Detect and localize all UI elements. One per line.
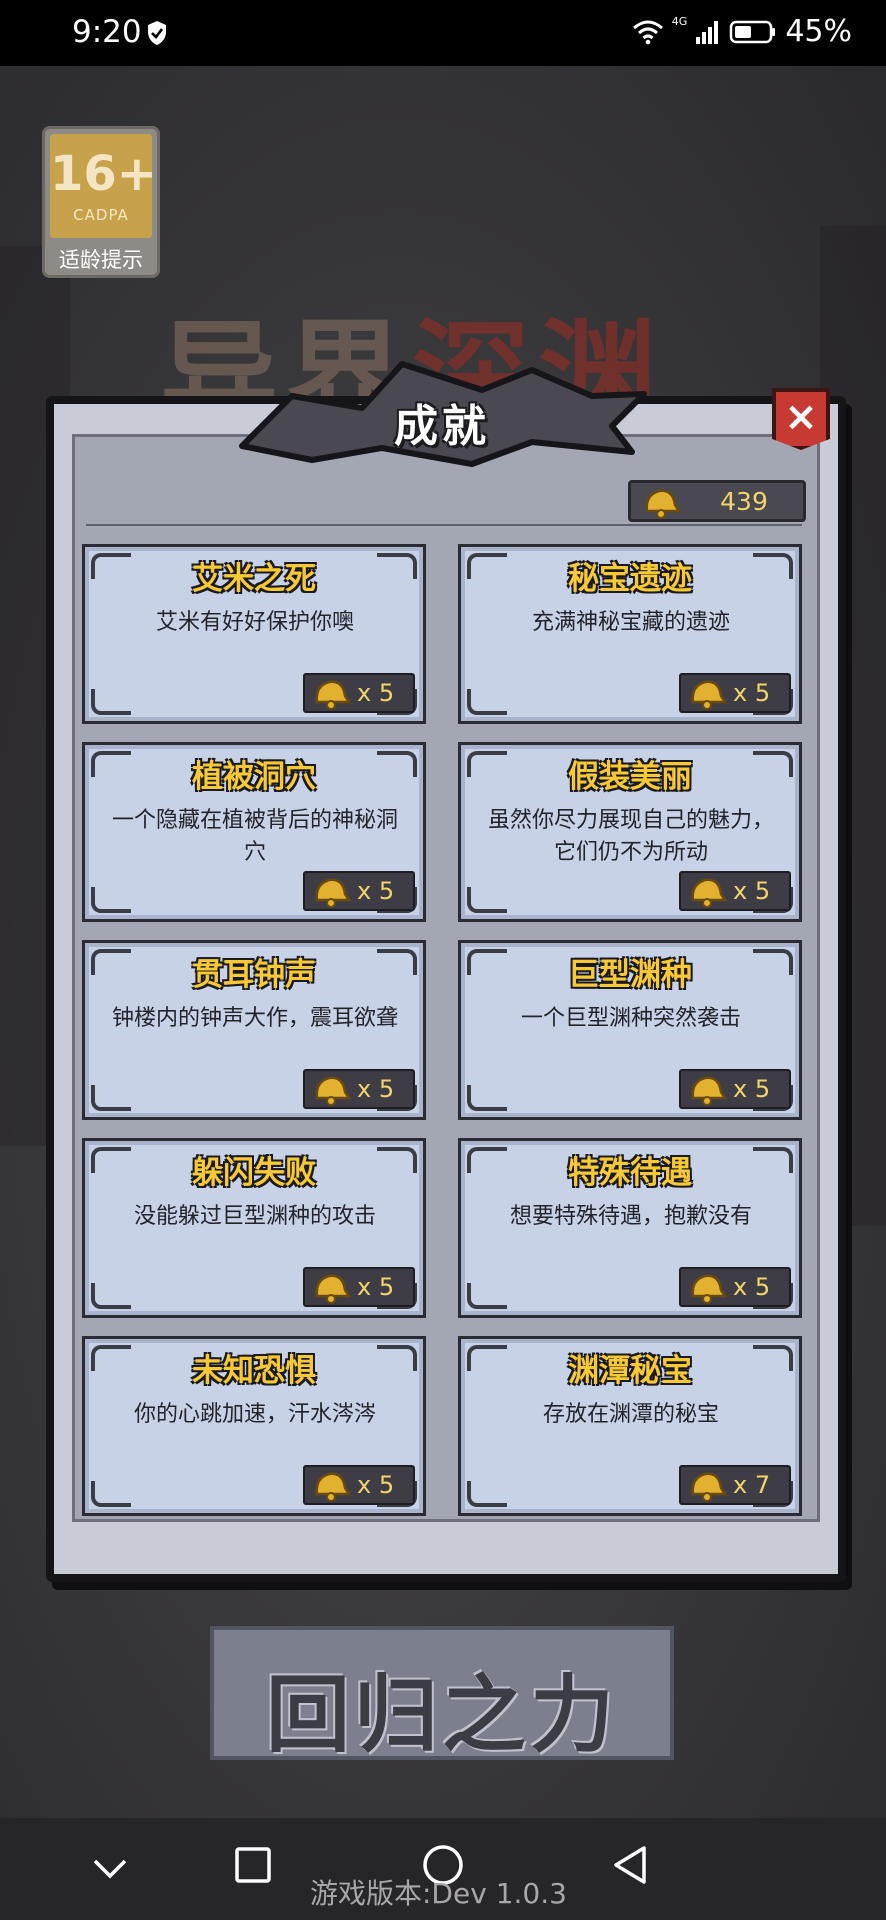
dialog-title: 成就 [394,401,490,452]
achievement-desc: 一个隐藏在植被背后的神秘洞穴 [111,808,398,865]
reward-count: x 5 [357,877,395,905]
bell-icon [691,1274,728,1304]
achievement-desc: 艾米有好好保护你噢 [155,610,354,635]
age-rating: 16+ [50,146,158,202]
bell-icon [691,1472,728,1502]
achievement-title: 躲闪失败 [192,1155,316,1191]
score-value: 439 [720,487,768,516]
bell-icon [691,878,728,908]
achievement-title: 渊潭秘宝 [568,1353,692,1389]
reward-badge: x 5 [679,673,791,713]
bell-icon [315,680,352,710]
achievement-title: 特殊待遇 [568,1155,692,1191]
achievement-desc: 钟楼内的钟声大作，震耳欲聋 [111,1006,398,1031]
score-display: 439 [628,480,806,522]
bell-icon [691,680,728,710]
reward-badge: x 5 [679,1267,791,1307]
reward-badge: x 5 [303,673,415,713]
reward-badge: x 5 [303,871,415,911]
signal-icon [696,20,719,44]
age-org: CADPA [73,206,129,224]
close-icon: × [784,394,818,440]
battery-percent: 45% [785,14,852,49]
network-type: 4G [671,15,688,28]
achievement-desc: 你的心跳加速，汗水涔涔 [133,1402,376,1427]
dialog-divider [86,524,802,526]
bell-icon [645,489,682,519]
reward-badge: x 5 [303,1465,415,1505]
reward-badge: x 5 [679,871,791,911]
achievement-desc: 充满神秘宝藏的遗迹 [531,610,730,635]
achievement-card[interactable]: 艾米之死 艾米有好好保护你噢 x 5 [82,544,426,724]
reward-badge: x 5 [679,1069,791,1109]
reward-count: x 5 [357,1273,395,1301]
achievement-title: 秘宝遗迹 [568,561,692,597]
age-tip: 适龄提示 [59,248,143,272]
age-rating-badge: 16+ CADPA 适龄提示 [42,126,160,278]
bell-icon [315,1472,352,1502]
reward-badge: x 7 [679,1465,791,1505]
achievement-desc: 虽然你尽力展现自己的魅力，它们仍不为所动 [487,808,774,865]
achievement-card[interactable]: 植被洞穴 一个隐藏在植被背后的神秘洞穴 x 5 [82,742,426,922]
wifi-icon [632,20,663,44]
achievement-title: 假装美丽 [568,759,692,795]
shield-check-icon [148,21,166,45]
achievement-desc: 存放在渊潭的秘宝 [542,1402,719,1427]
reward-count: x 5 [733,679,771,707]
reward-count: x 5 [733,1075,771,1103]
return-power-label: 回归之力 [265,1665,618,1764]
reward-badge: x 5 [303,1069,415,1109]
game-version: 游戏版本:Dev 1.0.3 [310,1877,567,1910]
reward-count: x 7 [733,1471,771,1499]
achievement-card[interactable]: 躲闪失败 没能躲过巨型渊种的攻击 x 5 [82,1138,426,1318]
battery-icon [730,20,776,43]
reward-count: x 5 [357,1075,395,1103]
chevron-down-icon[interactable] [92,1858,128,1880]
bell-icon [315,1076,352,1106]
achievement-card[interactable]: 假装美丽 虽然你尽力展现自己的魅力，它们仍不为所动 x 5 [458,742,802,922]
achievement-title: 巨型渊种 [568,957,692,993]
status-bar: 9:20 4G 45% [0,0,886,66]
reward-count: x 5 [357,679,395,707]
achievement-desc: 一个巨型渊种突然袭击 [520,1006,741,1031]
achievement-card[interactable]: 特殊待遇 想要特殊待遇，抱歉没有 x 5 [458,1138,802,1318]
close-button[interactable]: × [772,388,830,450]
back-icon[interactable] [610,1844,650,1886]
achievement-grid: 艾米之死 艾米有好好保护你噢 x 5 秘宝遗迹 充满神秘宝藏的遗迹 x 5 植被… [82,544,804,1518]
status-time: 9:20 [72,14,142,50]
reward-count: x 5 [733,877,771,905]
achievement-desc: 没能躲过巨型渊种的攻击 [133,1204,376,1229]
reward-count: x 5 [357,1471,395,1499]
achievement-title: 植被洞穴 [192,759,316,795]
return-power-button[interactable]: 回归之力 [210,1626,674,1764]
achievement-title: 艾米之死 [192,561,316,597]
achievement-card[interactable]: 贯耳钟声 钟楼内的钟声大作，震耳欲聋 x 5 [82,940,426,1120]
bell-icon [315,1274,352,1304]
reward-badge: x 5 [303,1267,415,1307]
achievement-card[interactable]: 秘宝遗迹 充满神秘宝藏的遗迹 x 5 [458,544,802,724]
achievement-desc: 想要特殊待遇，抱歉没有 [509,1204,752,1229]
achievement-title: 贯耳钟声 [192,957,316,993]
achievement-title: 未知恐惧 [192,1353,316,1389]
achievement-card[interactable]: 巨型渊种 一个巨型渊种突然袭击 x 5 [458,940,802,1120]
bell-icon [315,878,352,908]
reward-count: x 5 [733,1273,771,1301]
bell-icon [691,1076,728,1106]
achievement-card[interactable]: 未知恐惧 你的心跳加速，汗水涔涔 x 5 [82,1336,426,1516]
achievement-card[interactable]: 渊潭秘宝 存放在渊潭的秘宝 x 7 [458,1336,802,1516]
recent-apps-icon[interactable] [234,1846,272,1884]
